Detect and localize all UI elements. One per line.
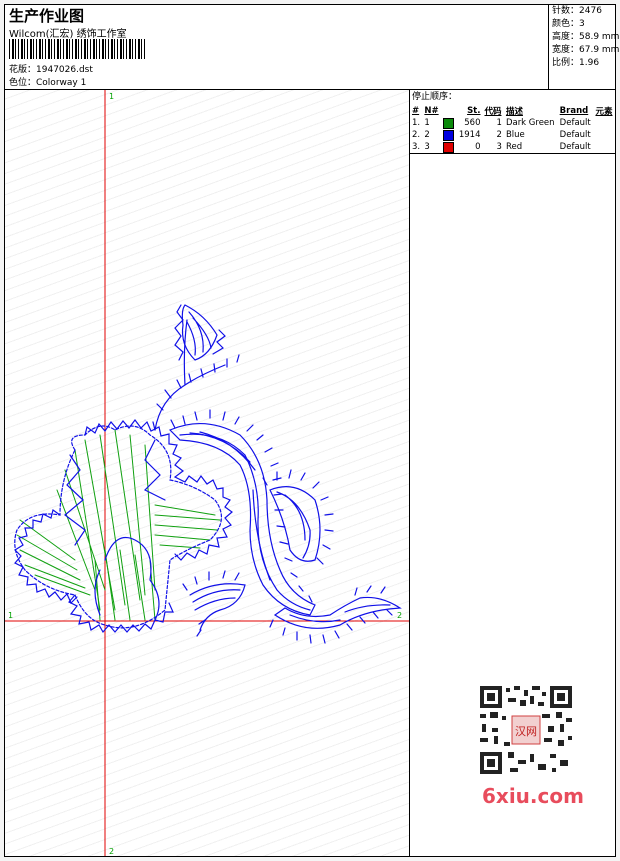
watermark-logo: 6xiu.com [482,784,584,808]
subtitle: Wilcom(汇宏) 绣饰工作室 [9,29,127,40]
embroidery-design [14,304,402,644]
stat-stitches: 针数：2476 [552,6,602,16]
design-file: 花版：1947026.dst [9,62,93,75]
table-row: 3. 3 0 3 Red Default [410,141,615,154]
colorway-label: 色位： [9,78,37,88]
table-header: # N# St. 代码 描述 Brand 元素 [412,106,613,117]
stat-height: 高度：58.9 mm [552,32,620,42]
stat-scale: 比例：1.96 [552,58,600,68]
file-name: 1947026.dst [36,65,93,75]
seal-text: 汉网 [515,725,537,738]
design-canvas: 1 2 1 2 [5,90,410,856]
axis-label-v-bottom: 2 [109,847,114,856]
qr-watermark: 汉网 6xiu.com [466,680,584,820]
color-swatch [443,141,454,153]
stop-sequence-title: 停止顺序： [412,92,458,102]
color-swatch [443,129,454,141]
table-row: 2. 2 1914 2 Blue Default [412,129,591,141]
embroidery-preview: 1 2 1 2 [5,90,409,856]
axis-label-h-right: 2 [397,611,402,620]
blue-stitches [14,304,402,644]
table-row: 1. 1 560 1 Dark Green Default [412,117,591,129]
color-swatch [443,117,454,129]
barcode [9,39,145,59]
file-label: 花版： [9,65,37,75]
colorway-value: Colorway 1 [36,78,87,88]
green-stitches [16,429,221,621]
colorway: 色位：Colorway 1 [9,75,86,88]
axis-label-v-top: 1 [109,92,114,101]
stop-sequence-table: # N# St. 代码 描述 Brand 元素 1. 1 560 1 Dark … [410,105,615,154]
stats-box: 针数：2476 颜色：3 高度：58.9 mm 宽度：67.9 mm 比例：1.… [548,5,620,89]
qr-code-icon: 汉网 [478,684,574,776]
axis-label-h-left: 1 [8,611,13,620]
stat-width: 宽度：67.9 mm [552,45,620,55]
page-title: 生产作业图 [9,7,85,25]
header: 生产作业图 Wilcom(汇宏) 绣饰工作室 花版：1947026.dst 色位… [5,5,620,90]
stat-colors: 颜色：3 [552,19,585,29]
